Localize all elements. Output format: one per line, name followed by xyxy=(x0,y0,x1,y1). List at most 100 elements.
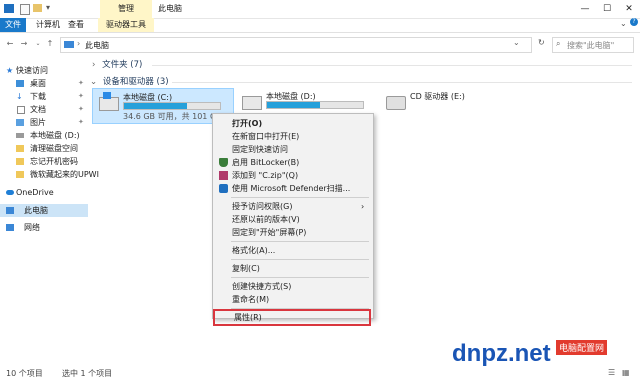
maximize-icon[interactable]: ☐ xyxy=(596,0,618,18)
nav-this-pc[interactable]: 此电脑 xyxy=(0,204,88,217)
nav-desktop[interactable]: 桌面 ✦ xyxy=(0,77,88,90)
close-icon[interactable]: ✕ xyxy=(618,0,640,18)
nav-network[interactable]: 网络 xyxy=(0,221,88,234)
menu-item-label: 启用 BitLocker(B) xyxy=(232,158,300,167)
drive-d-usage-fill xyxy=(267,102,320,108)
back-arrow-icon[interactable]: ← xyxy=(4,37,16,51)
window-title: 此电脑 xyxy=(158,4,182,13)
navigation-pane: ★ 快速访问 桌面 ✦ ↓ 下载 ✦ 文档 ✦ 图片 ✦ 本地磁盘 (D:) 清… xyxy=(0,56,99,366)
watermark-text: 电脑配置网 xyxy=(556,340,608,355)
context-menu: 打开(O) 在新窗口中打开(E) 固定到快速访问启用 BitLocker(B) 添加到… xyxy=(212,113,374,326)
nav-pictures[interactable]: 图片 ✦ xyxy=(0,116,88,129)
address-bar[interactable]: › 此电脑 ⌄ xyxy=(60,37,532,53)
group-divider xyxy=(172,82,632,83)
status-item-count: 10 个项目 xyxy=(6,369,43,378)
folder-icon xyxy=(16,171,24,178)
tab-computer[interactable]: 计算机 xyxy=(36,18,60,32)
search-input[interactable]: ⌕ 搜索"此电脑" xyxy=(552,37,634,53)
up-arrow-icon[interactable]: ↑ xyxy=(44,37,56,51)
address-dropdown-icon[interactable]: ⌄ xyxy=(513,38,520,47)
network-icon xyxy=(6,224,14,231)
pin-icon[interactable]: ✦ xyxy=(78,77,84,90)
menu-separator xyxy=(231,277,369,278)
pin-icon[interactable]: ✦ xyxy=(78,116,84,129)
menu-item[interactable]: 打开(O) xyxy=(213,117,373,130)
document-icon xyxy=(17,106,25,114)
pin-icon[interactable]: ✦ xyxy=(78,90,84,103)
shield-icon xyxy=(219,158,228,167)
nav-local-disk-d[interactable]: 本地磁盘 (D:) xyxy=(0,129,88,142)
nav-onedrive[interactable]: OneDrive xyxy=(0,186,88,199)
group-devices[interactable]: ⌄ 设备和驱动器 (3) xyxy=(90,76,169,88)
help-icon[interactable]: ? xyxy=(630,18,638,26)
menu-item[interactable]: 添加到 "C.zip"(Q) xyxy=(213,169,373,182)
menu-item[interactable]: 在新窗口中打开(E) xyxy=(213,130,373,143)
nav-documents[interactable]: 文档 ✦ xyxy=(0,103,88,116)
menu-item[interactable]: 启用 BitLocker(B) xyxy=(213,156,373,169)
nav-label: 桌面 xyxy=(30,79,46,88)
drive-e-tile[interactable]: CD 驱动器 (E:) xyxy=(380,88,500,122)
nav-label: 本地磁盘 (D:) xyxy=(30,131,80,140)
nav-folder-clean-disk[interactable]: 清理磁盘空间 xyxy=(0,142,88,155)
menu-item[interactable]: 使用 Microsoft Defender扫描... xyxy=(213,182,373,195)
chevron-down-icon: ⌄ xyxy=(90,77,98,87)
cd-drive-icon xyxy=(386,96,406,110)
menu-separator xyxy=(231,197,369,198)
menu-item[interactable]: 创建快捷方式(S) xyxy=(213,280,373,293)
menu-item-label: 格式化(A)... xyxy=(232,246,276,255)
menu-item[interactable]: 复制(C) xyxy=(213,262,373,275)
menu-item-label: 还原以前的版本(V) xyxy=(232,215,300,224)
drive-e-name: CD 驱动器 (E:) xyxy=(410,92,465,101)
minimize-icon[interactable]: — xyxy=(574,0,596,18)
quick-access-dropdown-icon[interactable]: ▾ xyxy=(46,3,50,12)
nav-label: 图片 xyxy=(30,118,46,127)
menu-item-label: 重命名(M) xyxy=(232,295,270,304)
menu-separator xyxy=(231,241,369,242)
menu-item-label: 使用 Microsoft Defender扫描... xyxy=(232,184,351,193)
new-folder-qa-icon[interactable] xyxy=(33,4,42,12)
menu-item-properties[interactable]: 属性(R) xyxy=(213,309,371,326)
menu-item[interactable]: 重命名(M) xyxy=(213,293,373,306)
picture-icon xyxy=(16,119,24,126)
refresh-icon[interactable]: ↻ xyxy=(538,38,545,47)
nav-folder-password[interactable]: 忘记开机密码 xyxy=(0,155,88,168)
group-divider xyxy=(152,65,632,66)
nav-folder-upwi[interactable]: 微软藏起来的UPWI xyxy=(0,168,99,181)
archive-icon xyxy=(219,171,228,180)
group-folders[interactable]: › 文件夹 (7) xyxy=(92,59,142,71)
menu-item[interactable]: 授予访问权限(G) › xyxy=(213,200,373,213)
drive-icon xyxy=(16,133,24,138)
drive-icon xyxy=(242,96,262,110)
defender-icon xyxy=(219,184,228,193)
properties-qa-icon[interactable] xyxy=(20,4,30,15)
menu-item-label: 属性(R) xyxy=(234,313,262,322)
menu-item-label: 固定到"开始"屏幕(P) xyxy=(232,228,307,237)
menu-item-label: 添加到 "C.zip"(Q) xyxy=(232,171,299,180)
desktop-icon xyxy=(16,80,24,87)
nav-downloads[interactable]: ↓ 下载 ✦ xyxy=(0,90,88,103)
window-icon xyxy=(4,4,14,13)
nav-label: 此电脑 xyxy=(24,206,48,215)
menu-item[interactable]: 固定到"开始"屏幕(P) xyxy=(213,226,373,239)
tab-file[interactable]: 文件 xyxy=(0,18,26,32)
folder-icon xyxy=(16,145,24,152)
menu-separator xyxy=(231,259,369,260)
menu-item[interactable]: 固定到快速访问 xyxy=(213,143,373,156)
pin-icon[interactable]: ✦ xyxy=(78,103,84,116)
expand-ribbon-icon[interactable]: ⌄ xyxy=(620,19,627,28)
forward-arrow-icon[interactable]: → xyxy=(18,37,30,51)
group-folders-label: 文件夹 (7) xyxy=(102,60,143,70)
contextual-tab-manage[interactable]: 管理 xyxy=(100,0,152,18)
nav-label: OneDrive xyxy=(16,188,54,197)
nav-label: 文档 xyxy=(30,105,46,114)
nav-quick-access[interactable]: ★ 快速访问 xyxy=(0,64,88,77)
recent-locations-icon[interactable]: ⌄ xyxy=(32,37,44,51)
windows-logo-icon xyxy=(103,92,111,99)
folder-icon xyxy=(16,158,24,165)
tab-view[interactable]: 查看 xyxy=(68,18,84,32)
menu-item[interactable]: 还原以前的版本(V) xyxy=(213,213,373,226)
drive-d-usage-bar xyxy=(266,101,364,109)
menu-item[interactable]: 格式化(A)... xyxy=(213,244,373,257)
breadcrumb-thispc[interactable]: 此电脑 xyxy=(85,40,109,51)
tab-drive-tools[interactable]: 驱动器工具 xyxy=(98,18,154,32)
